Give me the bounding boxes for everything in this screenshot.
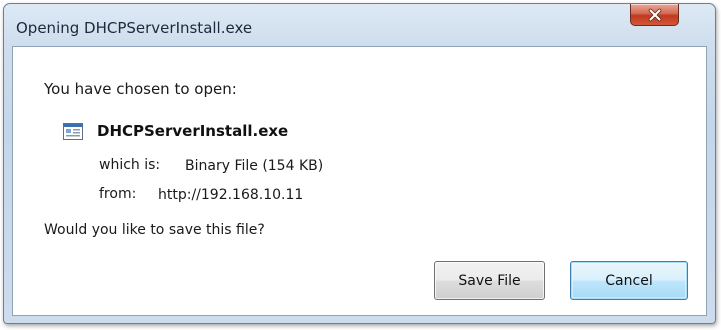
file-type-label: which is: [99, 157, 161, 173]
close-icon [648, 8, 661, 21]
file-name: DHCPServerInstall.exe [97, 122, 289, 140]
save-question: Would you like to save this file? [44, 222, 265, 238]
intro-text: You have chosen to open: [44, 80, 237, 98]
file-type-value: Binary File (154 KB) [185, 158, 324, 174]
title-bar[interactable]: Opening DHCPServerInstall.exe [4, 4, 715, 46]
save-file-button[interactable]: Save File [434, 261, 545, 300]
dialog-window: Opening DHCPServerInstall.exe You have c… [3, 3, 716, 324]
close-button[interactable] [630, 4, 679, 26]
window-title: Opening DHCPServerInstall.exe [16, 19, 253, 37]
cancel-button[interactable]: Cancel [570, 261, 688, 300]
source-url: http://192.168.10.11 [158, 187, 304, 203]
source-label: from: [99, 186, 137, 202]
dialog-body: You have chosen to open: DHCPServerInsta… [12, 46, 707, 316]
file-icon [63, 123, 83, 140]
